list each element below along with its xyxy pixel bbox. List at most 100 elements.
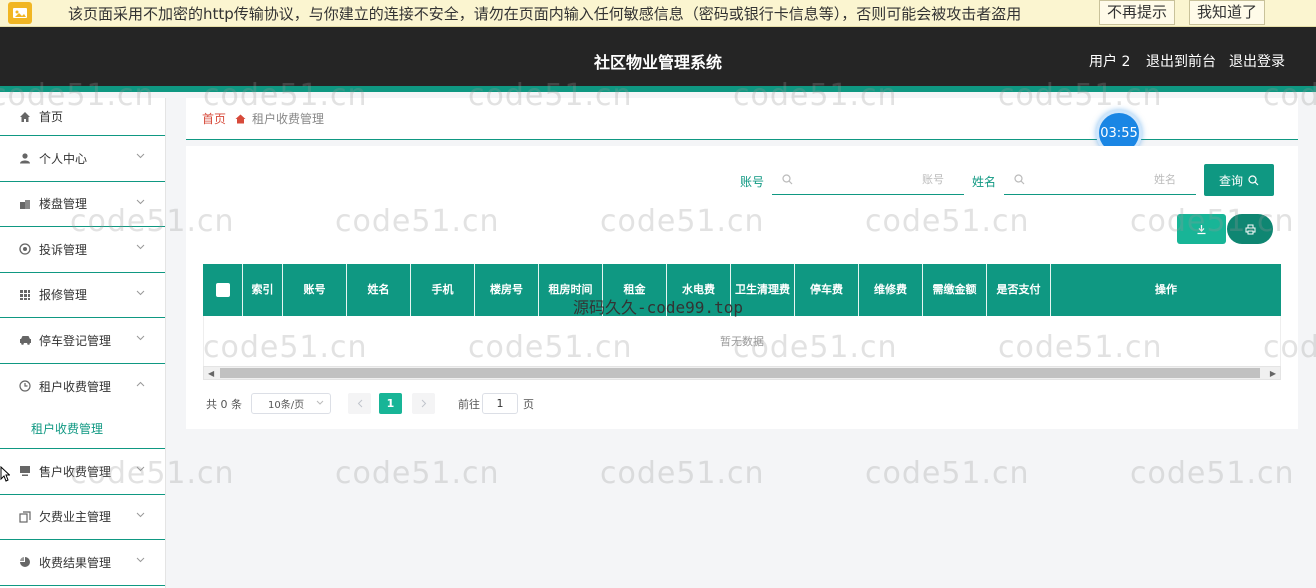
search-icon xyxy=(1248,174,1259,185)
scroll-right-arrow-icon[interactable]: ▶ xyxy=(1270,369,1276,379)
dismiss-forever-button[interactable]: 不再提示 xyxy=(1099,0,1176,25)
query-button[interactable]: 查询 xyxy=(1204,164,1274,196)
home-separator-icon xyxy=(235,114,246,124)
account-search-field[interactable] xyxy=(772,165,964,195)
next-page-button[interactable] xyxy=(412,393,435,414)
top-header: 社区物业管理系统 用户 2 退出到前台 退出登录 xyxy=(0,27,1316,92)
goto-page-input[interactable]: 1 xyxy=(482,393,518,414)
center-watermark: 源码久久-code99.top xyxy=(573,298,743,317)
sidebar-item-label: 租户收费管理 xyxy=(39,379,112,394)
page-size-select[interactable]: 10条/页 xyxy=(251,393,331,414)
pie-icon xyxy=(18,555,32,569)
search-icon xyxy=(782,174,793,185)
name-search-field[interactable] xyxy=(1004,165,1196,195)
chevron-down-icon xyxy=(136,290,145,295)
table-empty-state: 暂无数据 xyxy=(203,316,1281,366)
sidebar-item-label: 售户收费管理 xyxy=(39,464,112,479)
breadcrumb-current: 租户收费管理 xyxy=(252,112,325,126)
current-user-link[interactable]: 用户 2 xyxy=(1089,51,1130,71)
sidebar-item-owner-fees[interactable]: 售户收费管理 xyxy=(0,449,165,495)
back-to-front-link[interactable]: 退出到前台 xyxy=(1146,51,1216,71)
home-icon xyxy=(18,110,32,124)
chevron-down-icon xyxy=(316,400,324,405)
chevron-down-icon xyxy=(136,335,145,341)
sidebar-item-label: 个人中心 xyxy=(39,151,88,166)
column-header[interactable]: 索引 xyxy=(243,264,283,316)
goto-page-suffix: 页 xyxy=(523,398,534,411)
sidebar-item-home[interactable]: 首页 xyxy=(0,98,165,136)
chevron-down-icon xyxy=(136,153,145,159)
name-search-input[interactable] xyxy=(1026,173,1176,186)
export-button[interactable] xyxy=(1177,214,1226,244)
pagination-total: 共 0 条 xyxy=(206,398,242,411)
column-header[interactable]: 姓名 xyxy=(347,264,411,316)
sidebar: 首页 个人中心 楼盘管理 投诉管理 报修管理 停车登记管理 租户收费管理 租户收… xyxy=(0,98,166,588)
watermark: code51.cn xyxy=(865,456,1030,491)
column-header[interactable]: 需缴金额 xyxy=(923,264,987,316)
sidebar-item-label: 欠费业主管理 xyxy=(39,510,112,525)
column-header[interactable]: 账号 xyxy=(283,264,347,316)
sidebar-item-repairs[interactable]: 报修管理 xyxy=(0,273,165,318)
chevron-left-icon xyxy=(357,399,362,408)
sidebar-item-label: 楼盘管理 xyxy=(39,197,88,212)
chevron-up-icon xyxy=(136,381,145,386)
printer-icon xyxy=(1245,224,1255,234)
building-icon xyxy=(18,197,32,211)
scroll-left-arrow-icon[interactable]: ◀ xyxy=(208,369,214,379)
scrollbar-thumb[interactable] xyxy=(220,368,1260,378)
sidebar-subitem-tenant-fees[interactable]: 租户收费管理 xyxy=(0,409,165,449)
watermark: code51.cn xyxy=(335,456,500,491)
grid-icon xyxy=(18,288,32,302)
column-header[interactable]: 楼房号 xyxy=(475,264,539,316)
horizontal-scrollbar[interactable]: ◀ ▶ xyxy=(203,366,1281,380)
current-page-button[interactable]: 1 xyxy=(379,393,402,414)
column-header[interactable]: 停车费 xyxy=(795,264,859,316)
sidebar-item-label: 报修管理 xyxy=(39,288,88,303)
car-icon xyxy=(18,333,32,347)
security-warning-message: 该页面采用不加密的http传输协议，与你建立的连接不安全，请勿在页面内输入任何敏… xyxy=(68,4,1022,23)
print-button[interactable] xyxy=(1227,214,1273,244)
query-button-label: 查询 xyxy=(1218,173,1243,188)
sidebar-item-tenant-fees[interactable]: 租户收费管理 xyxy=(0,364,165,410)
column-header[interactable]: 是否支付 xyxy=(987,264,1051,316)
chevron-down-icon xyxy=(136,244,145,250)
column-header[interactable]: 手机 xyxy=(411,264,475,316)
sidebar-item-profile[interactable]: 个人中心 xyxy=(0,136,165,182)
sidebar-item-buildings[interactable]: 楼盘管理 xyxy=(0,182,165,227)
clock-icon xyxy=(18,379,32,393)
column-header[interactable]: 维修费 xyxy=(859,264,923,316)
chevron-down-icon xyxy=(136,512,145,517)
account-search-input[interactable] xyxy=(794,173,944,186)
download-icon xyxy=(1197,224,1206,234)
sidebar-item-label: 停车登记管理 xyxy=(39,333,112,348)
account-search-label: 账号 xyxy=(740,175,765,189)
logout-link[interactable]: 退出登录 xyxy=(1229,51,1285,71)
select-all-cell xyxy=(203,264,243,316)
page-size-value: 10条/页 xyxy=(268,400,305,411)
goto-page-label: 前往 xyxy=(458,398,480,411)
name-search-label: 姓名 xyxy=(972,175,997,189)
chevron-down-icon xyxy=(136,199,145,204)
column-header: 操作 xyxy=(1155,283,1177,296)
security-warning-bar: 该页面采用不加密的http传输协议，与你建立的连接不安全，请勿在页面内输入任何敏… xyxy=(0,0,1316,27)
watermark: code51.cn xyxy=(1130,456,1295,491)
copy-icon xyxy=(18,510,32,524)
sidebar-item-parking[interactable]: 停车登记管理 xyxy=(0,318,165,364)
acknowledge-button[interactable]: 我知道了 xyxy=(1189,0,1266,25)
mouse-cursor-icon xyxy=(0,466,10,482)
breadcrumb-home-link[interactable]: 首页 xyxy=(202,110,226,127)
chevron-down-icon xyxy=(136,466,145,472)
monitor-icon xyxy=(18,464,32,478)
sidebar-item-fee-results[interactable]: 收费结果管理 xyxy=(0,540,165,586)
complaint-icon xyxy=(18,242,32,256)
chevron-right-icon xyxy=(421,399,426,408)
watermark: code51.cn xyxy=(600,456,765,491)
sidebar-item-arrears-owners[interactable]: 欠费业主管理 xyxy=(0,495,165,540)
sidebar-item-complaints[interactable]: 投诉管理 xyxy=(0,227,165,273)
prev-page-button[interactable] xyxy=(348,393,371,414)
sidebar-item-label: 投诉管理 xyxy=(39,242,88,257)
select-all-checkbox[interactable] xyxy=(215,283,230,297)
search-icon xyxy=(1014,174,1025,185)
user-icon xyxy=(18,151,32,165)
sidebar-item-label: 收费结果管理 xyxy=(39,555,112,570)
